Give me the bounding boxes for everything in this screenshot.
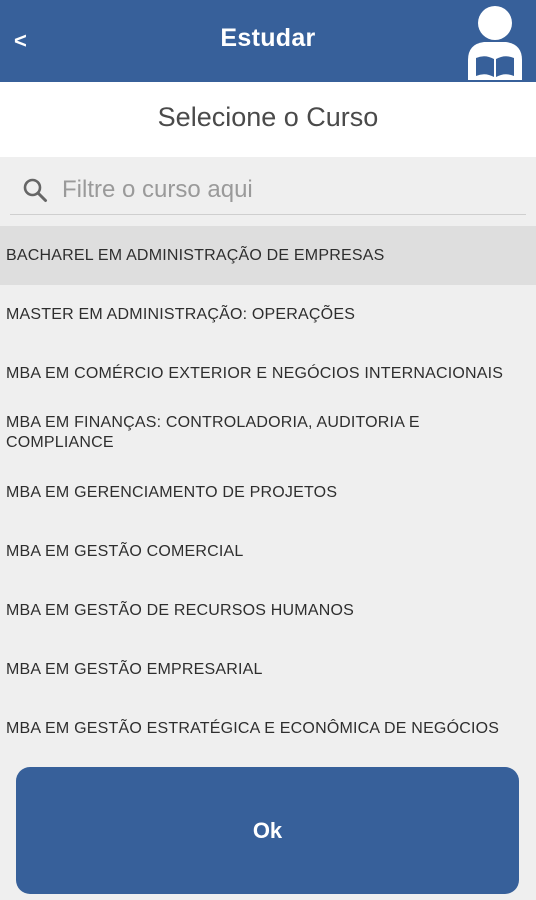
course-item-label: MBA EM GESTÃO COMERCIAL bbox=[6, 542, 244, 560]
course-item-label: MBA EM GESTÃO ESTRATÉGICA E ECONÔMICA DE… bbox=[6, 719, 500, 737]
course-item[interactable]: MBA EM GESTÃO ESTRATÉGICA E ECONÔMICA DE… bbox=[0, 699, 536, 758]
course-item-label: MBA EM COMÉRCIO EXTERIOR E NEGÓCIOS INTE… bbox=[6, 364, 504, 382]
ok-button[interactable]: Ok bbox=[16, 767, 519, 894]
course-item[interactable]: MBA EM GESTÃO DE RECURSOS HUMANOS bbox=[0, 581, 536, 640]
search-bar[interactable] bbox=[10, 164, 526, 215]
course-item-label: BACHAREL EM ADMINISTRAÇÃO DE EMPRESAS bbox=[6, 246, 385, 264]
course-item[interactable]: MBA EM COMÉRCIO EXTERIOR E NEGÓCIOS INTE… bbox=[0, 344, 536, 403]
course-item-label: MBA EM GERENCIAMENTO DE PROJETOS bbox=[6, 483, 338, 501]
course-list: BACHAREL EM ADMINISTRAÇÃO DE EMPRESAS MA… bbox=[0, 226, 536, 758]
course-item-label: MBA EM GESTÃO EMPRESARIAL bbox=[6, 660, 263, 678]
course-item[interactable]: MBA EM GERENCIAMENTO DE PROJETOS bbox=[0, 463, 536, 522]
course-item[interactable]: MBA EM FINANÇAS: CONTROLADORIA, AUDITORI… bbox=[0, 403, 536, 463]
course-item[interactable]: MASTER EM ADMINISTRAÇÃO: OPERAÇÕES bbox=[0, 285, 536, 344]
course-item-label: MASTER EM ADMINISTRAÇÃO: OPERAÇÕES bbox=[6, 305, 356, 323]
page-title: Estudar bbox=[220, 24, 316, 52]
course-item[interactable]: MBA EM GESTÃO COMERCIAL bbox=[0, 522, 536, 581]
section-title: Selecione o Curso bbox=[157, 102, 379, 132]
top-bar: < Estudar bbox=[0, 0, 536, 82]
course-item-label: MBA EM GESTÃO DE RECURSOS HUMANOS bbox=[6, 601, 354, 619]
subheader: Selecione o Curso bbox=[0, 82, 536, 157]
course-filter-input[interactable] bbox=[60, 172, 514, 208]
course-item[interactable]: BACHAREL EM ADMINISTRAÇÃO DE EMPRESAS bbox=[0, 226, 536, 285]
course-item[interactable]: MBA EM GESTÃO EMPRESARIAL bbox=[0, 640, 536, 699]
reading-person-icon[interactable] bbox=[464, 2, 526, 80]
search-icon bbox=[23, 178, 47, 202]
course-item-label: MBA EM FINANÇAS: CONTROLADORIA, AUDITORI… bbox=[6, 414, 420, 451]
